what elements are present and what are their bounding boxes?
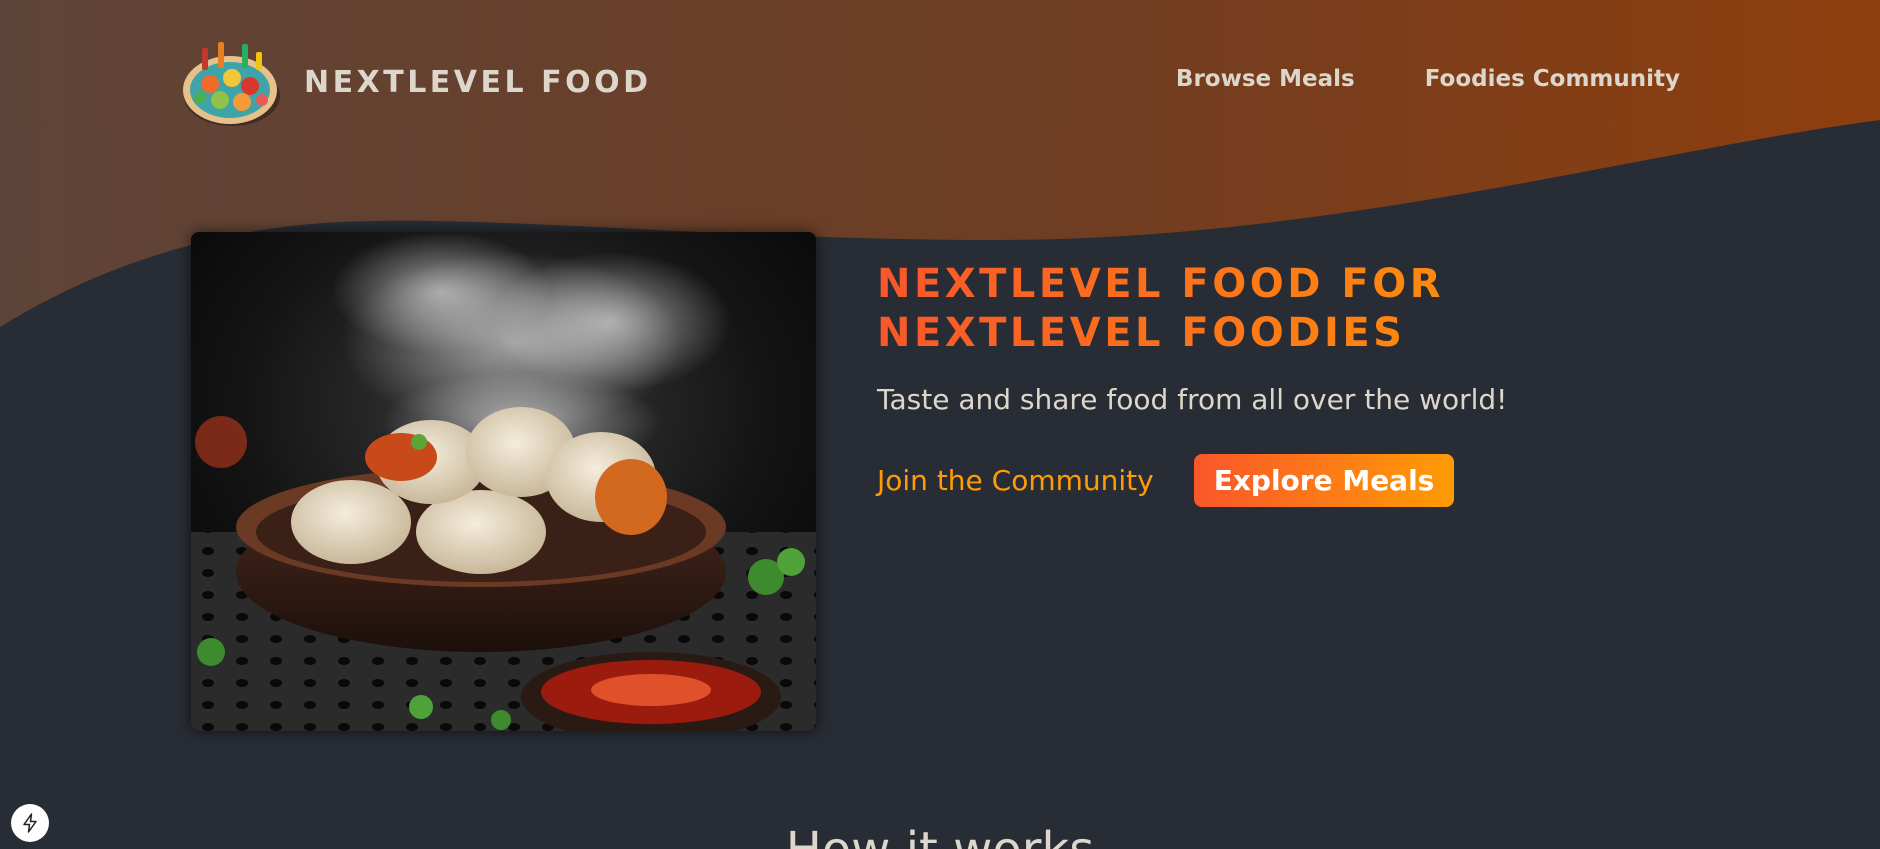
hero-cta: Join the Community Explore Meals (877, 454, 1637, 507)
nav-browse-meals[interactable]: Browse Meals (1176, 66, 1355, 92)
hero-subtitle: Taste and share food from all over the w… (877, 383, 1508, 416)
hero-title-line1: NEXTLEVEL FOOD FOR (877, 261, 1445, 307)
hero-title: NEXTLEVEL FOOD FOR NEXTLEVEL FOODIES (877, 260, 1637, 358)
page: NEXTLEVEL FOOD Browse Meals Foodies Comm… (0, 0, 1880, 849)
lightning-bolt-icon (23, 813, 37, 833)
nav-foodies-community[interactable]: Foodies Community (1425, 66, 1680, 92)
hero-image-slideshow (191, 232, 816, 731)
dumplings-image (191, 232, 816, 731)
logo-text: NEXTLEVEL FOOD (304, 64, 652, 100)
how-it-works-heading: How it works (0, 822, 1880, 849)
main-nav: Browse Meals Foodies Community (1176, 66, 1680, 92)
site-header: NEXTLEVEL FOOD Browse Meals Foodies Comm… (0, 0, 1880, 170)
join-community-link[interactable]: Join the Community (877, 464, 1154, 497)
food-plate-logo-icon (183, 42, 280, 126)
logo-link[interactable]: NEXTLEVEL FOOD (180, 34, 651, 130)
hero-title-line2: NEXTLEVEL FOODIES (877, 310, 1406, 356)
explore-meals-button[interactable]: Explore Meals (1193, 454, 1455, 507)
dev-tools-indicator[interactable] (11, 804, 49, 842)
hero-text: NEXTLEVEL FOOD FOR NEXTLEVEL FOODIES Tas… (877, 260, 1637, 507)
